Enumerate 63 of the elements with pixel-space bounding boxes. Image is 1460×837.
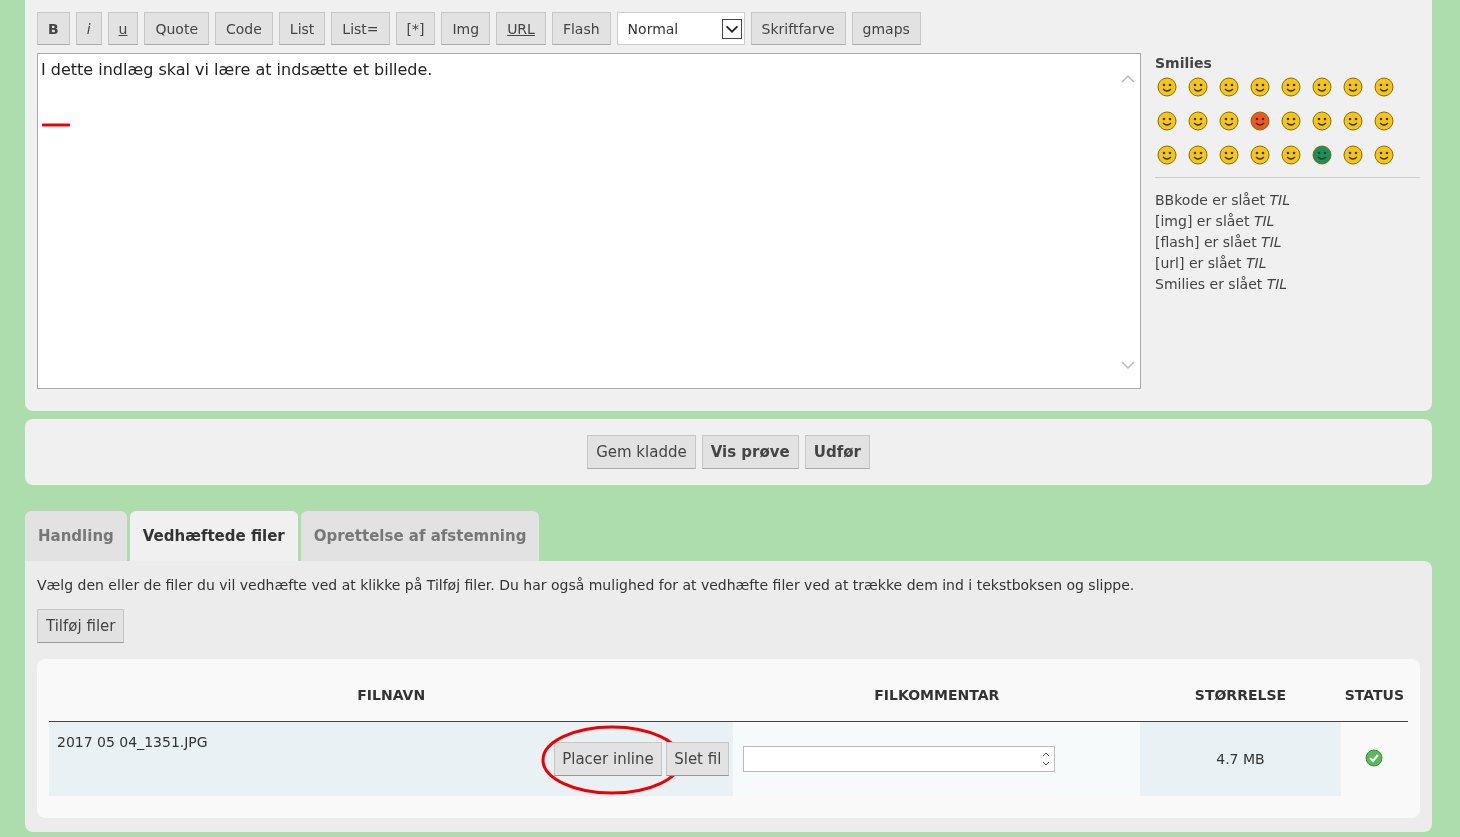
column-header: STØRRELSE: [1140, 669, 1341, 722]
smiley-icon[interactable]: [1188, 111, 1208, 131]
check-icon: [1365, 748, 1384, 767]
smiley-icon[interactable]: [1312, 77, 1332, 97]
column-header: STATUS: [1340, 669, 1408, 722]
smiley-icon[interactable]: [1157, 77, 1177, 97]
filename-cell: 2017 05 04_1351.JPG: [49, 721, 530, 796]
format-button[interactable]: Code: [215, 12, 273, 45]
format-button[interactable]: List=: [331, 12, 390, 45]
comment-field[interactable]: [743, 746, 1056, 772]
size-cell: 4.7 MB: [1140, 721, 1341, 796]
submit-button[interactable]: Vis prøve: [701, 435, 799, 469]
setting-status-text: [img] er slået TIL: [1155, 213, 1276, 229]
format-button[interactable]: List: [278, 12, 326, 45]
smiley-icon[interactable]: [1343, 145, 1363, 165]
smiley-icon[interactable]: [1250, 77, 1270, 97]
setting-status-text: Smilies er slået TIL: [1155, 276, 1289, 292]
setting-status-text: [flash] er slået TIL: [1155, 234, 1283, 250]
smiley-icon[interactable]: [1281, 145, 1301, 165]
column-header: FILNAVN: [49, 669, 734, 722]
format-button[interactable]: Flash: [551, 12, 611, 45]
smiley-icon[interactable]: [1250, 145, 1270, 165]
submit-button[interactable]: Gem kladde: [587, 435, 696, 469]
format-button[interactable]: Quote: [144, 12, 209, 45]
format-button[interactable]: [*]: [395, 12, 436, 45]
submit-button[interactable]: Udfør: [804, 435, 870, 469]
smiley-icon[interactable]: [1281, 111, 1301, 131]
format-button[interactable]: URL: [496, 12, 546, 45]
smiley-icon[interactable]: [1312, 145, 1332, 165]
attachment-hint-text: Vælg den eller de filer du vil vedhæfte ved at klikke på Tilføj filer. Du har også mulighed for at vedhæfte filer ved at trække dem ind i tekstboksen og slippe.: [37, 577, 1136, 593]
format-button[interactable]: Img: [441, 12, 491, 45]
smiley-icon[interactable]: [1250, 111, 1270, 131]
smiley-icon[interactable]: [1188, 77, 1208, 97]
smiley-icon[interactable]: [1219, 111, 1239, 131]
format-button[interactable]: i: [75, 12, 102, 45]
smiley-icon[interactable]: [1157, 145, 1177, 165]
format-button[interactable]: u: [107, 12, 139, 45]
column-header: FILKOMMENTAR: [733, 669, 1141, 722]
font-size-dropdown[interactable]: Normal: [616, 12, 745, 45]
annotation-stroke: [42, 122, 70, 128]
smiley-icon[interactable]: [1157, 111, 1177, 131]
format-button[interactable]: B: [37, 12, 70, 45]
format-button[interactable]: gmaps: [851, 12, 921, 45]
smiley-icon[interactable]: [1374, 77, 1394, 97]
setting-status-text: [url] er slået TIL: [1155, 255, 1268, 271]
smiley-icon[interactable]: [1188, 145, 1208, 165]
place-inline-button[interactable]: Placer inline: [554, 742, 662, 776]
smiley-icon[interactable]: [1343, 77, 1363, 97]
smiley-icon[interactable]: [1219, 145, 1239, 165]
smiley-icon[interactable]: [1343, 111, 1363, 131]
smiley-icon[interactable]: [1281, 77, 1301, 97]
smilies-heading: Smilies: [1155, 55, 1213, 71]
smiley-icon[interactable]: [1374, 111, 1394, 131]
delete-file-button[interactable]: Slet fil: [666, 742, 730, 776]
smiley-icon[interactable]: [1219, 77, 1239, 97]
add-files-button[interactable]: Tilføj filer: [37, 609, 125, 643]
spinner-icon[interactable]: [1041, 750, 1052, 768]
caret-icon: [721, 18, 742, 39]
smiley-icon[interactable]: [1312, 111, 1332, 131]
tab[interactable]: Vedhæftede filer: [129, 511, 298, 561]
smiley-icon[interactable]: [1374, 145, 1394, 165]
format-button[interactable]: Skriftfarve: [750, 12, 846, 45]
setting-status-text: BBkode er slået TIL: [1155, 192, 1291, 208]
